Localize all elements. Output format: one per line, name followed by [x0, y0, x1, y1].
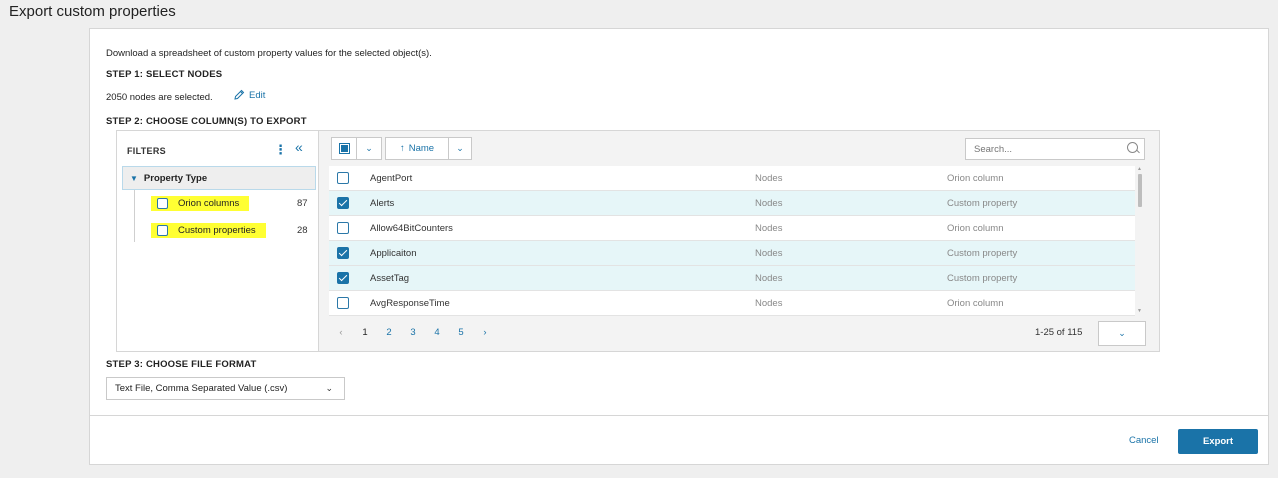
pagination: ‹ 1 2 3 4 5 › — [329, 322, 497, 342]
filters-panel: FILTERS ⋮ « ▼ Property Type Orion column… — [117, 131, 319, 351]
column-kind: Orion column — [947, 297, 1004, 309]
edit-label: Edit — [249, 89, 266, 101]
table-row[interactable]: Allow64BitCounters Nodes Orion column — [329, 216, 1135, 241]
column-kind: Orion column — [947, 172, 1004, 184]
tree-line — [134, 190, 135, 242]
filter-label: Custom properties — [178, 224, 256, 236]
step3-title: STEP 3: CHOOSE FILE FORMAT — [106, 359, 257, 370]
page-link[interactable]: 1 — [353, 327, 377, 338]
column-name: AgentPort — [370, 172, 413, 184]
column-object: Nodes — [755, 197, 783, 209]
columns-grid: ⌄ ↑ Name ⌄ AgentPort Nodes Orion column — [319, 131, 1159, 351]
arrow-up-icon: ↑ — [399, 143, 405, 154]
filters-title: FILTERS — [127, 146, 166, 156]
filter-checkbox[interactable] — [157, 197, 168, 209]
file-format-select[interactable]: Text File, Comma Separated Value (.csv) … — [106, 377, 345, 400]
highlight-mark: Custom properties — [151, 222, 266, 238]
page-link[interactable]: 4 — [425, 327, 449, 338]
chevron-down-icon: ⌄ — [365, 143, 373, 153]
select-all-checkbox[interactable] — [331, 137, 357, 160]
page-link[interactable]: 3 — [401, 327, 425, 338]
filter-checkbox[interactable] — [157, 224, 168, 236]
filter-item-orion-columns[interactable]: Orion columns — [151, 195, 250, 211]
columns-list: AgentPort Nodes Orion column Alerts Node… — [329, 166, 1135, 316]
pencil-icon — [234, 89, 245, 100]
search-icon[interactable] — [1127, 142, 1138, 153]
column-name: Alerts — [370, 197, 395, 209]
page-link[interactable]: 5 — [449, 327, 473, 338]
column-kind: Custom property — [947, 272, 1018, 284]
column-name: Allow64BitCounters — [370, 222, 453, 234]
column-name: AvgResponseTime — [370, 297, 450, 309]
edit-nodes-link[interactable]: Edit — [233, 89, 265, 101]
table-row[interactable]: AssetTag Nodes Custom property — [329, 266, 1135, 291]
table-row[interactable]: Applicaiton Nodes Custom property — [329, 241, 1135, 266]
filter-label: Orion columns — [178, 197, 240, 209]
column-object: Nodes — [755, 272, 783, 284]
table-row[interactable]: AgentPort Nodes Orion column — [329, 166, 1135, 191]
table-row[interactable]: Alerts Nodes Custom property — [329, 191, 1135, 216]
collapse-panel-icon[interactable]: « — [295, 139, 303, 155]
page-link[interactable]: 2 — [377, 327, 401, 338]
dialog-footer: Cancel Export — [90, 415, 1268, 465]
scroll-up-icon[interactable]: ▲ — [1137, 166, 1142, 172]
row-checkbox[interactable] — [337, 197, 349, 209]
page-title: Export custom properties — [9, 3, 176, 20]
more-options-icon[interactable]: ⋮ — [274, 142, 287, 158]
column-object: Nodes — [755, 172, 783, 184]
search-input[interactable] — [965, 138, 1145, 160]
highlight-mark: Orion columns — [151, 195, 250, 211]
chevron-down-icon: ⌄ — [1118, 328, 1126, 338]
chevron-down-icon: ⌄ — [325, 383, 333, 393]
pagination-range: 1-25 of 115 — [1035, 327, 1083, 338]
description-text: Download a spreadsheet of custom propert… — [106, 48, 432, 59]
select-menu-button[interactable]: ⌄ — [356, 137, 382, 160]
sort-name-button[interactable]: ↑ Name — [385, 137, 449, 160]
row-checkbox[interactable] — [337, 172, 349, 184]
table-row[interactable]: AvgResponseTime Nodes Orion column — [329, 291, 1135, 316]
column-name: Applicaiton — [370, 247, 417, 259]
partial-check-icon — [338, 143, 350, 154]
file-format-value: Text File, Comma Separated Value (.csv) — [115, 383, 288, 394]
cancel-button[interactable]: Cancel — [1129, 435, 1159, 446]
column-object: Nodes — [755, 297, 783, 309]
scrollbar-thumb[interactable] — [1138, 174, 1142, 207]
row-checkbox[interactable] — [337, 247, 349, 259]
filter-item-custom-properties[interactable]: Custom properties — [151, 222, 266, 238]
caret-down-icon: ▼ — [130, 173, 138, 183]
column-name: AssetTag — [370, 272, 410, 284]
prev-page-icon[interactable]: ‹ — [329, 327, 353, 338]
property-type-label: Property Type — [143, 172, 208, 184]
step2-title: STEP 2: CHOOSE COLUMN(S) TO EXPORT — [106, 116, 307, 127]
column-picker: FILTERS ⋮ « ▼ Property Type Orion column… — [116, 130, 1160, 352]
filter-count: 87 — [297, 198, 308, 209]
row-checkbox[interactable] — [337, 297, 349, 309]
step1-title: STEP 1: SELECT NODES — [106, 69, 223, 80]
column-object: Nodes — [755, 222, 783, 234]
chevron-down-icon: ⌄ — [456, 143, 464, 153]
row-checkbox[interactable] — [337, 272, 349, 284]
sort-label: Name — [408, 143, 435, 154]
page-size-select[interactable]: ⌄ — [1098, 321, 1146, 346]
column-object: Nodes — [755, 247, 783, 259]
export-button[interactable]: Export — [1178, 429, 1258, 454]
next-page-icon[interactable]: › — [473, 327, 497, 338]
export-panel: Download a spreadsheet of custom propert… — [89, 28, 1269, 465]
scroll-down-icon[interactable]: ▼ — [1137, 308, 1142, 314]
column-kind: Orion column — [947, 222, 1004, 234]
property-type-group[interactable]: ▼ Property Type — [122, 166, 316, 190]
selected-nodes-text: 2050 nodes are selected. — [106, 92, 213, 103]
sort-menu-button[interactable]: ⌄ — [448, 137, 472, 160]
column-kind: Custom property — [947, 247, 1018, 259]
row-checkbox[interactable] — [337, 222, 349, 234]
column-kind: Custom property — [947, 197, 1018, 209]
list-scrollbar[interactable]: ▲ ▼ — [1136, 166, 1144, 316]
filter-count: 28 — [297, 225, 308, 236]
